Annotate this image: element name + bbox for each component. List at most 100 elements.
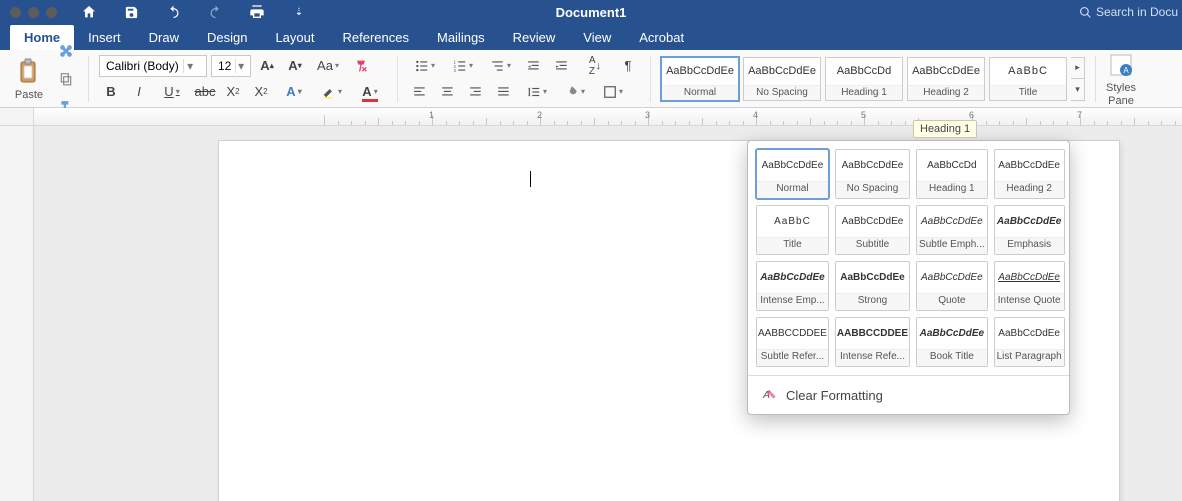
decrease-indent-icon[interactable] bbox=[522, 55, 546, 77]
line-spacing-icon[interactable]: ▾ bbox=[520, 81, 554, 103]
style-tile-normal[interactable]: AaBbCcDdEeNormal bbox=[661, 57, 739, 101]
chevron-down-icon[interactable]: ▾ bbox=[183, 59, 197, 73]
style-tile-heading-1[interactable]: AaBbCcDdHeading 1 bbox=[825, 57, 903, 101]
style-tile-subtle-emph-[interactable]: AaBbCcDdEeSubtle Emph... bbox=[916, 205, 988, 255]
italic-icon[interactable]: I bbox=[127, 81, 151, 103]
highlight-icon[interactable]: ▾ bbox=[315, 81, 349, 103]
style-preview: AABBCCDDEE bbox=[836, 318, 909, 349]
ruler-area: 1234567 bbox=[0, 108, 1182, 126]
shrink-font-icon[interactable]: A▾ bbox=[283, 55, 307, 77]
minimize-window-icon[interactable] bbox=[28, 7, 39, 18]
tab-insert[interactable]: Insert bbox=[74, 25, 135, 50]
home-icon[interactable] bbox=[77, 1, 101, 23]
style-tile-subtitle[interactable]: AaBbCcDdEeSubtitle bbox=[835, 205, 910, 255]
ribbon-tabs: Home Insert Draw Design Layout Reference… bbox=[0, 24, 1182, 50]
close-window-icon[interactable] bbox=[10, 7, 21, 18]
clear-formatting-icon[interactable] bbox=[349, 55, 373, 77]
sort-icon[interactable]: AZ↓ bbox=[578, 55, 612, 77]
style-tile-strong[interactable]: AaBbCcDdEeStrong bbox=[835, 261, 910, 311]
grow-font-icon[interactable]: A▴ bbox=[255, 55, 279, 77]
style-preview: AaBbCcDdEe bbox=[836, 206, 909, 237]
style-label: Title bbox=[990, 85, 1066, 100]
style-tile-heading-1[interactable]: AaBbCcDdHeading 1 bbox=[916, 149, 988, 199]
undo-icon[interactable] bbox=[161, 1, 185, 23]
style-label: Subtle Emph... bbox=[917, 237, 987, 254]
qat-customize-icon[interactable]: ⇣ bbox=[287, 1, 311, 23]
shading-icon[interactable]: ▾ bbox=[558, 81, 592, 103]
change-case-icon[interactable]: Aa▾ bbox=[311, 55, 345, 77]
style-tile-no-spacing[interactable]: AaBbCcDdEeNo Spacing bbox=[835, 149, 910, 199]
style-preview: AaBbCcDdEe bbox=[836, 262, 909, 293]
borders-icon[interactable]: ▾ bbox=[596, 81, 630, 103]
chevron-right-icon[interactable]: ▸ bbox=[1071, 58, 1084, 80]
style-label: Strong bbox=[836, 293, 909, 310]
style-label: Heading 2 bbox=[908, 85, 984, 100]
style-tile-intense-refe-[interactable]: AABBCCDDEEIntense Refe... bbox=[835, 317, 910, 367]
subscript-icon[interactable]: X2 bbox=[221, 81, 245, 103]
redo-icon[interactable] bbox=[203, 1, 227, 23]
vertical-ruler[interactable] bbox=[0, 126, 34, 501]
bullets-icon[interactable]: ▾ bbox=[408, 55, 442, 77]
style-tile-heading-2[interactable]: AaBbCcDdEeHeading 2 bbox=[994, 149, 1065, 199]
bold-icon[interactable]: B bbox=[99, 81, 123, 103]
search-box[interactable]: Search in Docu bbox=[1079, 5, 1182, 19]
style-gallery-expand[interactable]: ▸ ▾ bbox=[1071, 57, 1085, 101]
style-tile-subtle-refer-[interactable]: AABBCCDDEESubtle Refer... bbox=[756, 317, 829, 367]
chevron-down-icon[interactable]: ▾ bbox=[1071, 79, 1084, 100]
paste-button[interactable]: Paste bbox=[14, 57, 44, 101]
style-tile-normal[interactable]: AaBbCcDdEeNormal bbox=[756, 149, 829, 199]
style-label: Normal bbox=[662, 85, 738, 100]
tab-mailings[interactable]: Mailings bbox=[423, 25, 499, 50]
style-tile-list-paragraph[interactable]: AaBbCcDdEeList Paragraph bbox=[994, 317, 1065, 367]
multilevel-list-icon[interactable]: ▾ bbox=[484, 55, 518, 77]
style-label: Title bbox=[757, 237, 828, 254]
chevron-down-icon[interactable]: ▾ bbox=[235, 59, 246, 73]
print-icon[interactable] bbox=[245, 1, 269, 23]
tab-acrobat[interactable]: Acrobat bbox=[625, 25, 698, 50]
document-title: Document1 bbox=[556, 5, 627, 20]
style-tile-intense-quote[interactable]: AaBbCcDdEeIntense Quote bbox=[994, 261, 1065, 311]
style-preview: AaBbCcDd bbox=[826, 58, 902, 85]
tab-draw[interactable]: Draw bbox=[135, 25, 193, 50]
tab-layout[interactable]: Layout bbox=[261, 25, 328, 50]
strikethrough-icon[interactable]: abc bbox=[193, 81, 217, 103]
tab-review[interactable]: Review bbox=[499, 25, 570, 50]
style-label: Emphasis bbox=[995, 237, 1064, 254]
copy-icon[interactable] bbox=[54, 68, 78, 90]
style-tile-title[interactable]: AaBbCTitle bbox=[756, 205, 829, 255]
tab-view[interactable]: View bbox=[569, 25, 625, 50]
font-size-combo[interactable]: 12▾ bbox=[211, 55, 251, 77]
ruler-number: 2 bbox=[537, 110, 542, 120]
align-right-icon[interactable] bbox=[464, 81, 488, 103]
save-icon[interactable] bbox=[119, 1, 143, 23]
underline-icon[interactable]: U▾ bbox=[155, 81, 189, 103]
tab-design[interactable]: Design bbox=[193, 25, 261, 50]
align-center-icon[interactable] bbox=[436, 81, 460, 103]
superscript-icon[interactable]: X2 bbox=[249, 81, 273, 103]
style-tile-book-title[interactable]: AaBbCcDdEeBook Title bbox=[916, 317, 988, 367]
increase-indent-icon[interactable] bbox=[550, 55, 574, 77]
style-tile-heading-2[interactable]: AaBbCcDdEeHeading 2 bbox=[907, 57, 985, 101]
font-color-icon[interactable]: A▾ bbox=[353, 81, 387, 103]
justify-icon[interactable] bbox=[492, 81, 516, 103]
font-name-combo[interactable]: Calibri (Body)▾ bbox=[99, 55, 207, 77]
cut-icon[interactable] bbox=[54, 40, 78, 62]
zoom-window-icon[interactable] bbox=[46, 7, 57, 18]
style-tile-title[interactable]: AaBbCTitle bbox=[989, 57, 1067, 101]
text-effects-icon[interactable]: A▾ bbox=[277, 81, 311, 103]
search-placeholder: Search in Docu bbox=[1096, 5, 1178, 19]
style-tile-quote[interactable]: AaBbCcDdEeQuote bbox=[916, 261, 988, 311]
horizontal-ruler[interactable]: 1234567 bbox=[34, 108, 1182, 125]
style-tile-intense-emp-[interactable]: AaBbCcDdEeIntense Emp... bbox=[756, 261, 829, 311]
tab-references[interactable]: References bbox=[329, 25, 423, 50]
style-tile-no-spacing[interactable]: AaBbCcDdEeNo Spacing bbox=[743, 57, 821, 101]
group-styles-pane: A Styles Pane bbox=[1098, 50, 1144, 107]
styles-pane-button[interactable]: A Styles Pane bbox=[1106, 50, 1136, 106]
style-tile-emphasis[interactable]: AaBbCcDdEeEmphasis bbox=[994, 205, 1065, 255]
style-label: Heading 2 bbox=[995, 181, 1064, 198]
show-marks-icon[interactable]: ¶ bbox=[616, 55, 640, 77]
style-preview: AABBCCDDEE bbox=[757, 318, 828, 349]
align-left-icon[interactable] bbox=[408, 81, 432, 103]
numbering-icon[interactable]: 123▾ bbox=[446, 55, 480, 77]
clear-formatting-item[interactable]: A Clear Formatting bbox=[748, 375, 1069, 414]
